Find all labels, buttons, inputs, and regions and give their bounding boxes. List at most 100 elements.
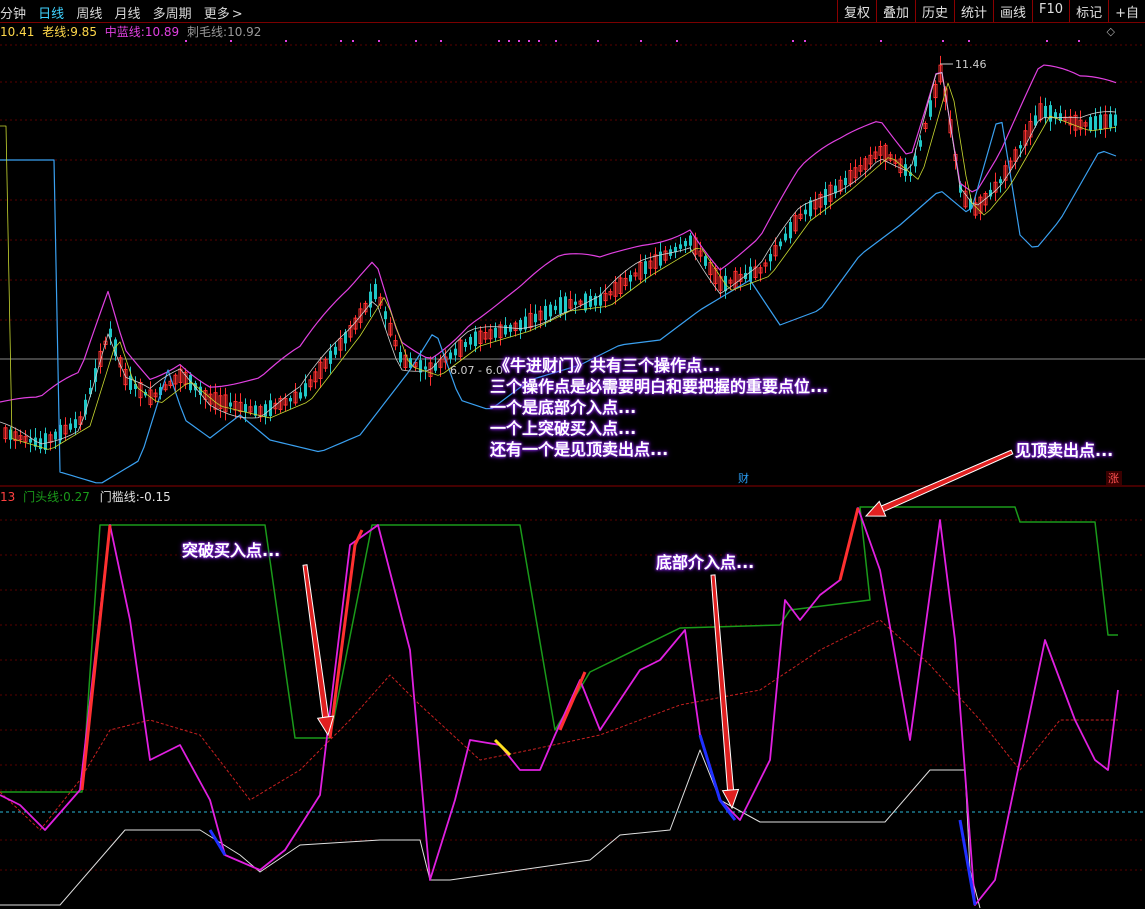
signal-dot — [942, 40, 944, 42]
candle-body — [44, 433, 47, 450]
signal-dot — [340, 40, 342, 42]
candle-body — [384, 311, 387, 320]
candle-body — [684, 240, 687, 247]
threshold-value: -0.15 — [139, 490, 171, 504]
sub-prefix: 13 — [0, 490, 16, 504]
signal-dot — [640, 40, 642, 42]
zhang-marker[interactable]: 涨 — [1108, 472, 1119, 485]
signal-dot — [555, 40, 557, 42]
gate-green-line — [0, 506, 1118, 793]
candle-body — [399, 352, 402, 363]
candle-body — [914, 155, 917, 167]
signal-dot — [415, 40, 417, 42]
candle-body — [109, 328, 112, 338]
signal-dot — [804, 40, 806, 42]
candle-body — [689, 235, 692, 246]
candle-body — [549, 304, 552, 317]
candle-body — [784, 233, 787, 241]
candle-body — [929, 100, 932, 117]
threshold-line — [0, 749, 981, 909]
candle-body — [1089, 116, 1092, 131]
signal-dot — [352, 40, 354, 42]
threshold-label: 门槛线: — [99, 490, 140, 504]
candle-body — [564, 296, 567, 313]
candle-body — [1114, 114, 1117, 126]
candle-body — [544, 305, 547, 321]
candle-body — [679, 244, 682, 249]
gate-head-value: 0.27 — [63, 490, 90, 504]
candle-body — [749, 266, 752, 282]
bottom-highlight — [208, 829, 227, 856]
yellow-highlight — [493, 738, 512, 757]
candle-body — [454, 348, 457, 356]
intro-line: 一个是底部介入点... — [490, 398, 637, 417]
candle-body — [329, 350, 332, 364]
intro-line: 三个操作点是必需要明白和要把握的重要点位... — [490, 377, 829, 396]
candle-body — [999, 179, 1002, 184]
candle-body — [299, 392, 302, 399]
candle-body — [1044, 105, 1047, 118]
breakout-buy-annotation: 突破买入点... — [182, 541, 281, 560]
candle-body — [644, 261, 647, 275]
candle-body — [824, 188, 827, 206]
top-sell-arrow — [864, 449, 1014, 517]
candle-body — [804, 209, 807, 215]
candle-body — [789, 222, 792, 239]
high-price-label: 11.46 — [955, 58, 987, 71]
candle-body — [469, 336, 472, 345]
signal-dot — [518, 40, 520, 42]
cai-marker[interactable]: 财 — [738, 471, 749, 485]
candle-body — [1094, 116, 1097, 130]
intro-line: 一个上突破买入点... — [490, 419, 637, 438]
candle-body — [779, 241, 782, 247]
candle-body — [449, 352, 452, 359]
arrow-shaft — [710, 574, 735, 791]
candle-body — [54, 431, 57, 440]
rise-highlight — [838, 507, 860, 581]
candle-body — [289, 397, 292, 402]
bottom-highlight — [958, 819, 977, 906]
signal-dot — [968, 40, 970, 42]
candle-body — [334, 346, 337, 355]
candle-body — [304, 383, 307, 397]
candle-body — [704, 256, 707, 266]
candle-body — [554, 305, 557, 311]
signal-dot — [230, 40, 232, 42]
rise-highlight — [80, 524, 112, 791]
rise-highlight — [558, 671, 587, 731]
candle-body — [464, 341, 467, 348]
sub-indicator-legend: 13 门头线:0.27 门槛线:-0.15 — [0, 488, 171, 505]
signal-dot — [185, 40, 187, 42]
candle-body — [1099, 114, 1102, 130]
signal-dot — [597, 40, 599, 42]
signal-dot — [508, 40, 510, 42]
candle-body — [559, 297, 562, 314]
signal-dot — [498, 40, 500, 42]
candle-body — [519, 319, 522, 331]
bottom-entry-arrow — [710, 574, 740, 810]
candle-body — [244, 404, 247, 413]
candle-body — [659, 251, 662, 266]
candle-body — [629, 275, 632, 282]
candle-body — [584, 293, 587, 311]
candle-body — [474, 331, 477, 347]
candle-body — [1109, 114, 1112, 128]
signal-dot — [538, 40, 540, 42]
signal-dot — [792, 40, 794, 42]
candle-body — [504, 325, 507, 335]
candle-body — [574, 301, 577, 305]
top-sell-annotation: 见顶卖出点... — [1015, 441, 1114, 460]
bottom-entry-annotation: 底部介入点... — [656, 553, 755, 572]
gate-head-line — [0, 507, 1119, 906]
candle-body — [29, 438, 32, 443]
signal-dot — [1046, 40, 1048, 42]
candle-body — [1019, 145, 1022, 149]
breakout-arrow — [302, 564, 335, 737]
signal-dot — [1078, 40, 1080, 42]
intro-line: 《牛进财门》共有三个操作点... — [494, 356, 721, 375]
rise-highlight — [328, 529, 364, 739]
candle-body — [74, 419, 77, 428]
candle-body — [69, 423, 72, 430]
signal-dot — [285, 40, 287, 42]
candle-body — [229, 402, 232, 407]
